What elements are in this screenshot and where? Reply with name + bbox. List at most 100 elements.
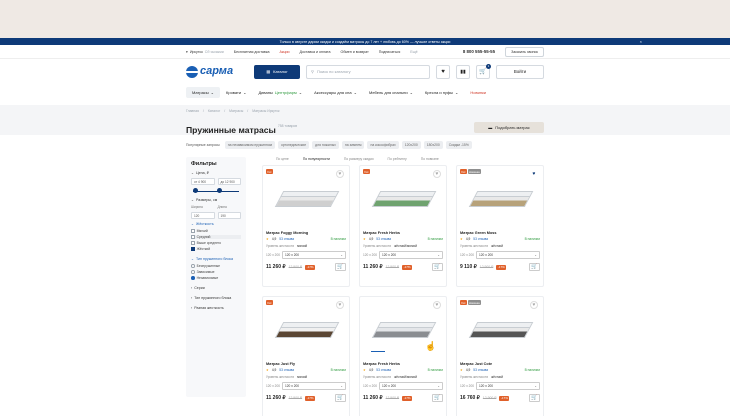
price-to-input[interactable]: до 12 900 — [217, 178, 241, 185]
call-button[interactable]: Заказать звонок — [505, 46, 544, 57]
nav-item-sofas[interactable]: Диваны Центрфарм ⌄ — [252, 87, 308, 98]
size-select[interactable]: 120 х 200 120 х 200 ⌄ — [460, 251, 540, 259]
query-chip[interactable]: для пожилых — [312, 141, 339, 149]
close-icon[interactable]: × — [640, 39, 642, 44]
checkbox[interactable] — [191, 229, 195, 233]
add-to-cart-button[interactable]: 🛒 — [529, 263, 540, 271]
sort-option[interactable]: По новизне — [421, 157, 439, 161]
sort-option[interactable]: По цене — [276, 157, 289, 161]
size-select[interactable]: 120 х 200 120 х 200 ⌄ — [266, 251, 346, 259]
radio[interactable] — [191, 276, 195, 280]
city-selector[interactable]: ▾ Иркутск Сб·сызыми — [186, 50, 224, 54]
checkbox[interactable] — [191, 247, 195, 251]
add-to-cart-button[interactable]: 🛒 — [335, 394, 346, 402]
radio-option[interactable]: Зависимые — [191, 270, 241, 274]
filter-hardness-header[interactable]: ⌄ Жёсткость — [191, 222, 241, 226]
more-link[interactable]: Ещё — [410, 50, 417, 54]
top-link[interactable]: Обмен и возврат — [341, 50, 369, 54]
favorites-button[interactable]: ♥ — [436, 64, 450, 79]
filter-hardness2-header[interactable]: › Разная жесткость — [191, 306, 241, 310]
product-name[interactable]: Матрас Just Cote — [460, 362, 540, 366]
compare-button[interactable]: ▮▮ — [456, 64, 470, 79]
size-select-value[interactable]: 120 х 200 ⌄ — [379, 251, 443, 259]
nav-item-chairs[interactable]: Кресла и пуфы ⌄ — [419, 87, 464, 98]
reviews-link[interactable]: 53 отзыва — [473, 237, 488, 241]
product-image[interactable] — [464, 308, 536, 358]
size-select[interactable]: 120 х 200 120 х 200 ⌄ — [266, 382, 346, 390]
checkbox-option[interactable]: Средний — [191, 235, 241, 239]
sort-option[interactable]: По размеру скидки — [344, 157, 374, 161]
filter-size-header[interactable]: ⌄ Размеры, см — [191, 198, 241, 202]
product-card[interactable]: Хит ♥ Матрас Fresh Herbs ★ 4,9 53 отзыва… — [359, 165, 447, 287]
sort-option[interactable]: По рейтингу — [388, 157, 407, 161]
phone-number[interactable]: 8 800 555-55-55 — [463, 49, 495, 54]
product-name[interactable]: Матрас Fresh Herbs — [363, 362, 443, 366]
add-to-cart-button[interactable]: 🛒 — [432, 263, 443, 271]
size-select-value[interactable]: 120 х 200 ⌄ — [476, 251, 540, 259]
top-link[interactable]: Бесплатная доставка — [234, 50, 270, 54]
size-select[interactable]: 120 х 200 120 х 200 ⌄ — [460, 382, 540, 390]
product-image[interactable] — [464, 177, 536, 227]
product-name[interactable]: Матрас Green Moss — [460, 231, 540, 235]
product-card[interactable]: Хит Новинка ♥ Матрас Just Cote ★ 4,9 53 о… — [456, 296, 544, 416]
login-button[interactable]: Войти — [496, 64, 544, 79]
query-chip[interactable]: 180х200 — [423, 141, 443, 149]
product-image[interactable]: ☝ — [367, 308, 439, 358]
cart-button[interactable]: 🛒 1 — [476, 63, 491, 79]
slider-handle-max[interactable] — [217, 188, 222, 193]
product-card[interactable]: ♥ ☝ Матрас Fresh Herbs ★ 4,9 53 отзыва В… — [359, 296, 447, 416]
price-from-input[interactable]: от 4 900 — [191, 178, 215, 185]
product-name[interactable]: Матрас Fresh Herbs — [363, 231, 443, 235]
top-link[interactable]: Подписаться — [379, 50, 401, 54]
checkbox-option[interactable]: Жёсткий — [191, 247, 241, 251]
size-select-value[interactable]: 120 х 200 ⌄ — [476, 382, 540, 390]
checkbox[interactable] — [191, 241, 195, 245]
catalog-button[interactable]: ▦ Каталог — [254, 64, 300, 79]
breadcrumb-item[interactable]: Главная — [186, 109, 199, 113]
product-name[interactable]: Матрас Just Fly — [266, 362, 346, 366]
add-to-cart-button[interactable]: 🛒 — [432, 394, 443, 402]
product-name[interactable]: Матрас Foggy Morning — [266, 231, 346, 235]
query-chip[interactable]: на кокосфибрах — [367, 141, 399, 149]
product-card[interactable]: Хит ♥ Матрас Just Fly ★ 4,9 53 отзыва В … — [262, 296, 350, 416]
slider-handle-min[interactable] — [193, 188, 198, 193]
query-chip[interactable]: на зимнем — [341, 141, 365, 149]
nav-item-furniture[interactable]: Мебель для спальни ⌄ — [363, 87, 419, 98]
radio[interactable] — [191, 270, 195, 274]
radio-option[interactable]: Беспружинные — [191, 264, 241, 268]
filter-price-header[interactable]: ⌄ Цена, ₽ — [191, 171, 241, 175]
filter-spring-header[interactable]: ⌄ Тип пружинного блока — [191, 257, 241, 261]
checkbox-option[interactable]: Выше среднего — [191, 241, 241, 245]
product-image[interactable] — [270, 308, 342, 358]
top-link[interactable]: Акции — [279, 50, 289, 54]
query-chip[interactable]: 120х200 — [401, 141, 421, 149]
nav-item-new[interactable]: Новинки — [464, 87, 492, 98]
product-card[interactable]: Хит Новинка ♥ Матрас Green Moss ★ 4,9 53 … — [456, 165, 544, 287]
size-select[interactable]: 120 х 200 120 х 200 ⌄ — [363, 382, 443, 390]
top-link[interactable]: Доставка и оплата — [300, 50, 331, 54]
add-to-cart-button[interactable]: 🛒 — [335, 263, 346, 271]
nav-item-mattresses[interactable]: Матрасы ⌄ — [186, 86, 221, 98]
search-input[interactable]: ⚲ Поиск по каталогу — [306, 64, 430, 79]
query-chip[interactable]: на независимом пружинном — [224, 141, 275, 149]
breadcrumb-item[interactable]: Каталог — [208, 109, 220, 113]
size-select-value[interactable]: 120 х 200 ⌄ — [282, 251, 346, 259]
filter-series-header[interactable]: › Серии — [191, 286, 241, 290]
query-chip[interactable]: Скидки -15% — [445, 141, 472, 149]
length-input[interactable]: 190 — [217, 212, 241, 219]
pick-mattress-button[interactable]: ▬ Подобрать матрас — [474, 122, 544, 133]
radio[interactable] — [191, 264, 195, 268]
product-image[interactable] — [270, 177, 342, 227]
reviews-link[interactable]: 53 отзыва — [376, 368, 391, 372]
breadcrumb-item[interactable]: Матрасы — [229, 109, 243, 113]
reviews-link[interactable]: 53 отзыва — [279, 368, 294, 372]
size-select-value[interactable]: 120 х 200 ⌄ — [379, 382, 443, 390]
nav-item-accessories[interactable]: Аксессуары для сна ⌄ — [308, 87, 363, 98]
add-to-cart-button[interactable]: 🛒 — [529, 394, 540, 402]
filter-spring-type-header[interactable]: › Тип пружинного блока — [191, 296, 241, 300]
size-select-value[interactable]: 120 х 200 ⌄ — [282, 382, 346, 390]
price-slider[interactable] — [193, 188, 239, 194]
radio-option[interactable]: Независимые — [191, 276, 241, 280]
size-select[interactable]: 120 х 200 120 х 200 ⌄ — [363, 251, 443, 259]
logo[interactable]: сарма — [186, 65, 248, 78]
